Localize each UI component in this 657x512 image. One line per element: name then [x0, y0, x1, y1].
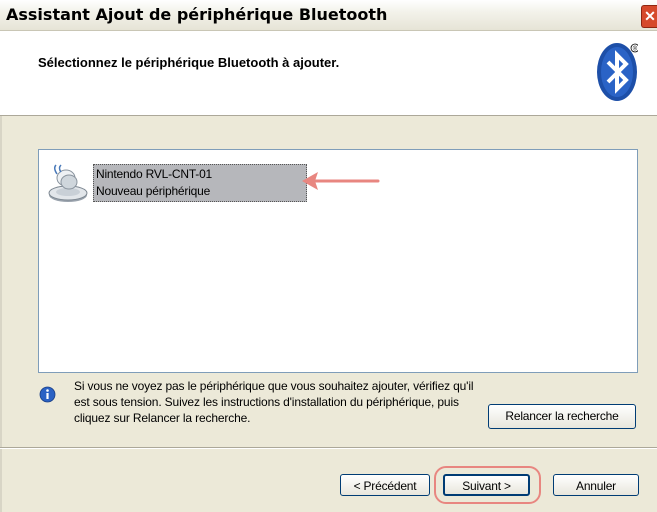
close-button[interactable]: ✕ — [641, 5, 657, 28]
list-item-device[interactable]: Nintendo RVL-CNT-01 Nouveau périphérique — [46, 164, 326, 204]
title-bar[interactable]: Assistant Ajout de périphérique Bluetoot… — [0, 0, 657, 31]
selected-device-label[interactable]: Nintendo RVL-CNT-01 Nouveau périphérique — [93, 164, 307, 202]
bluetooth-icon: ® — [597, 43, 638, 101]
svg-text:®: ® — [633, 46, 638, 53]
bluetooth-device-icon — [48, 164, 88, 202]
search-again-button[interactable]: Relancer la recherche — [488, 404, 636, 429]
annotation-arrow — [302, 172, 380, 190]
window-title: Assistant Ajout de périphérique Bluetoot… — [6, 5, 388, 24]
device-name: Nintendo RVL-CNT-01 — [96, 167, 213, 181]
footer-divider — [0, 447, 657, 449]
annotation-circle — [434, 466, 541, 504]
info-icon — [39, 386, 56, 403]
cancel-button[interactable]: Annuler — [553, 474, 639, 496]
wizard-header: Sélectionnez le périphérique Bluetooth à… — [0, 31, 657, 116]
bluetooth-wizard-window: Assistant Ajout de périphérique Bluetoot… — [0, 0, 657, 512]
back-button[interactable]: < Précédent — [340, 474, 430, 496]
header-title: Sélectionnez le périphérique Bluetooth à… — [38, 55, 340, 70]
info-message: Si vous ne voyez pas le périphérique que… — [74, 379, 474, 425]
device-status: Nouveau périphérique — [96, 184, 211, 198]
